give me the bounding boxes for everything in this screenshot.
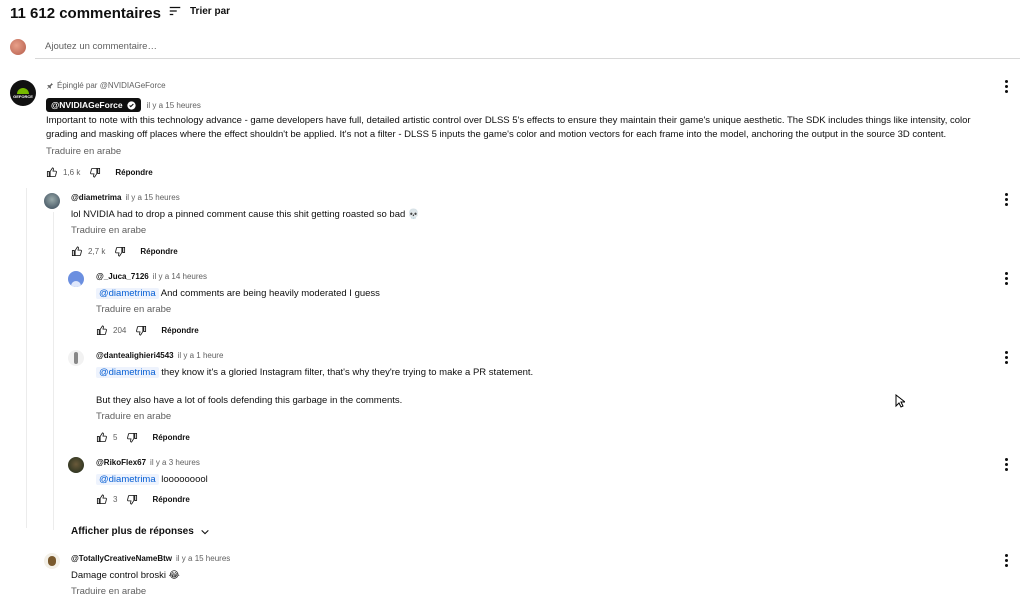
more-options-icon[interactable] — [1004, 554, 1008, 567]
like-count: 2,7 k — [88, 247, 106, 256]
sort-button[interactable]: Trier par — [168, 4, 230, 18]
mouse-cursor-icon — [895, 394, 905, 408]
reply-text: And comments are being heavily moderated… — [160, 288, 380, 299]
dislike-icon[interactable] — [115, 246, 126, 257]
pinned-by-text: Épinglé par @NVIDIAGeForce — [57, 81, 166, 90]
like-icon[interactable] — [96, 432, 107, 443]
like-icon[interactable] — [71, 246, 82, 257]
show-more-replies-button[interactable]: Afficher plus de réponses — [71, 526, 210, 537]
avatar[interactable] — [44, 193, 60, 209]
mention-link[interactable]: @diametrima — [96, 474, 159, 485]
comments-count: 11 612 commentaires — [10, 5, 161, 22]
show-more-replies-label: Afficher plus de réponses — [71, 526, 194, 537]
like-count: 5 — [113, 433, 118, 442]
sort-label: Trier par — [190, 5, 231, 17]
more-options-icon[interactable] — [1004, 351, 1008, 364]
reply-handle[interactable]: @diametrima — [71, 193, 121, 202]
translate-link[interactable]: Traduire en arabe — [71, 586, 146, 597]
avatar[interactable] — [68, 350, 84, 366]
pinned-label: Épinglé par @NVIDIAGeForce — [46, 81, 166, 90]
translate-link[interactable]: Traduire en arabe — [46, 146, 121, 157]
thread-line — [26, 188, 27, 528]
reply-thread-line — [53, 212, 54, 530]
reply-text: looooooool — [161, 474, 208, 485]
dislike-icon[interactable] — [136, 325, 147, 336]
reply-button[interactable]: Répondre — [152, 495, 189, 504]
more-options-icon[interactable] — [1004, 193, 1008, 206]
reply-handle[interactable]: @_Juca_7126 — [96, 272, 149, 281]
reply-time[interactable]: il y a 3 heures — [150, 458, 200, 467]
add-comment-underline — [35, 58, 1020, 59]
like-count: 204 — [113, 326, 127, 335]
more-options-icon[interactable] — [1004, 80, 1008, 93]
reply-button[interactable]: Répondre — [161, 326, 198, 335]
dislike-icon[interactable] — [90, 167, 101, 178]
mention-link[interactable]: @diametrima — [96, 288, 159, 299]
reply-text: lol NVIDIA had to drop a pinned comment … — [71, 209, 420, 220]
translate-link[interactable]: Traduire en arabe — [96, 304, 171, 315]
reply-button[interactable]: Répondre — [140, 247, 177, 256]
like-icon[interactable] — [96, 494, 107, 505]
comment-text: Damage control broski 😂 — [71, 570, 180, 581]
avatar[interactable] — [68, 271, 84, 287]
chevron-down-icon — [201, 529, 209, 534]
reply-button[interactable]: Répondre — [115, 168, 152, 177]
translate-link[interactable]: Traduire en arabe — [71, 225, 146, 236]
sort-icon — [169, 6, 181, 16]
reply-time[interactable]: il y a 14 heures — [153, 272, 207, 281]
pinned-handle: @NVIDIAGeForce — [51, 100, 123, 110]
more-options-icon[interactable] — [1004, 458, 1008, 471]
mention-link[interactable]: @diametrima — [96, 367, 159, 378]
like-icon[interactable] — [96, 325, 107, 336]
more-options-icon[interactable] — [1004, 272, 1008, 285]
reply-handle[interactable]: @dantealighieri4543 — [96, 351, 174, 360]
comment-handle[interactable]: @TotallyCreativeNameBtw — [71, 554, 172, 563]
reply-handle[interactable]: @RikoFlex67 — [96, 458, 146, 467]
verified-icon — [126, 100, 136, 110]
translate-link[interactable]: Traduire en arabe — [96, 411, 171, 422]
like-count: 1,6 k — [63, 168, 81, 177]
dislike-icon[interactable] — [127, 494, 138, 505]
like-icon[interactable] — [46, 167, 57, 178]
reply-button[interactable]: Répondre — [152, 433, 189, 442]
reply-time[interactable]: il y a 15 heures — [125, 193, 179, 202]
user-avatar — [10, 39, 26, 55]
like-count: 3 — [113, 495, 118, 504]
reply-text: they know it's a gloried Instagram filte… — [161, 367, 534, 378]
reply-text-paragraph: But they also have a lot of fools defend… — [96, 395, 403, 406]
avatar[interactable] — [68, 457, 84, 473]
nvidia-avatar[interactable]: GEFORCE — [10, 80, 36, 106]
pinned-comment-text: Important to note with this technology a… — [46, 115, 971, 140]
comment-time[interactable]: il y a 15 heures — [176, 554, 230, 563]
pinned-time[interactable]: il y a 15 heures — [147, 101, 201, 110]
avatar[interactable] — [44, 553, 60, 569]
pin-icon — [47, 82, 53, 89]
add-comment-input[interactable]: Ajoutez un commentaire… — [45, 41, 157, 57]
dislike-icon[interactable] — [127, 432, 138, 443]
owner-handle-badge[interactable]: @NVIDIAGeForce — [46, 98, 141, 112]
reply-time[interactable]: il y a 1 heure — [178, 351, 224, 360]
